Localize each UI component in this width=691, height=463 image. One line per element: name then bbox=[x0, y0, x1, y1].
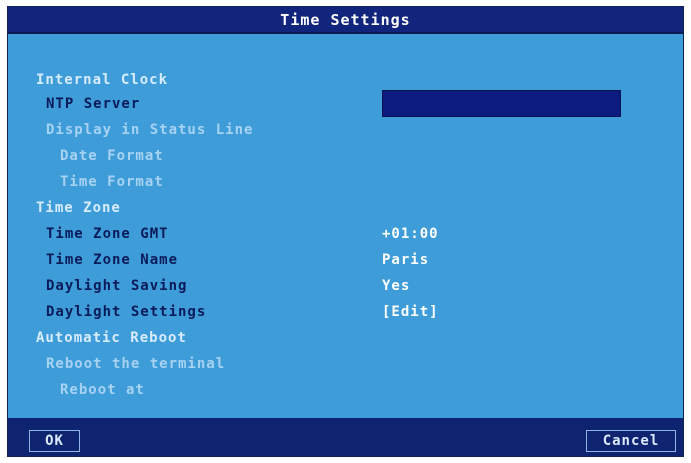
display-status-line-option[interactable]: Display in Status Line bbox=[46, 119, 253, 141]
time-zone-name-value[interactable]: Paris bbox=[382, 249, 429, 271]
dialog-title-bar: Time Settings bbox=[8, 7, 683, 32]
cancel-button[interactable]: Cancel bbox=[586, 430, 676, 452]
reboot-terminal-option[interactable]: Reboot the terminal bbox=[46, 353, 225, 375]
settings-panel: Internal Clock NTP Server Display in Sta… bbox=[8, 34, 683, 417]
date-format-option[interactable]: Date Format bbox=[60, 145, 164, 167]
dialog-footer: OK Cancel bbox=[8, 418, 683, 456]
time-format-option[interactable]: Time Format bbox=[60, 171, 164, 193]
ntp-server-label: NTP Server bbox=[46, 96, 141, 112]
section-time-zone: Time Zone bbox=[36, 200, 121, 216]
reboot-at-option[interactable]: Reboot at bbox=[60, 379, 145, 401]
daylight-saving-value[interactable]: Yes bbox=[382, 275, 410, 297]
ok-button[interactable]: OK bbox=[29, 430, 80, 452]
section-internal-clock: Internal Clock bbox=[36, 72, 169, 88]
section-automatic-reboot: Automatic Reboot bbox=[36, 330, 187, 346]
daylight-saving-label: Daylight Saving bbox=[46, 278, 188, 294]
time-zone-name-label: Time Zone Name bbox=[46, 252, 179, 268]
ntp-server-input[interactable] bbox=[382, 90, 621, 117]
daylight-settings-label: Daylight Settings bbox=[46, 304, 207, 320]
time-settings-dialog: Time Settings Internal Clock NTP Server … bbox=[7, 6, 684, 457]
time-zone-gmt-label: Time Zone GMT bbox=[46, 226, 169, 242]
daylight-settings-edit-button[interactable]: [Edit] bbox=[382, 301, 439, 323]
time-zone-gmt-value[interactable]: +01:00 bbox=[382, 223, 439, 245]
dialog-title: Time Settings bbox=[280, 10, 411, 29]
